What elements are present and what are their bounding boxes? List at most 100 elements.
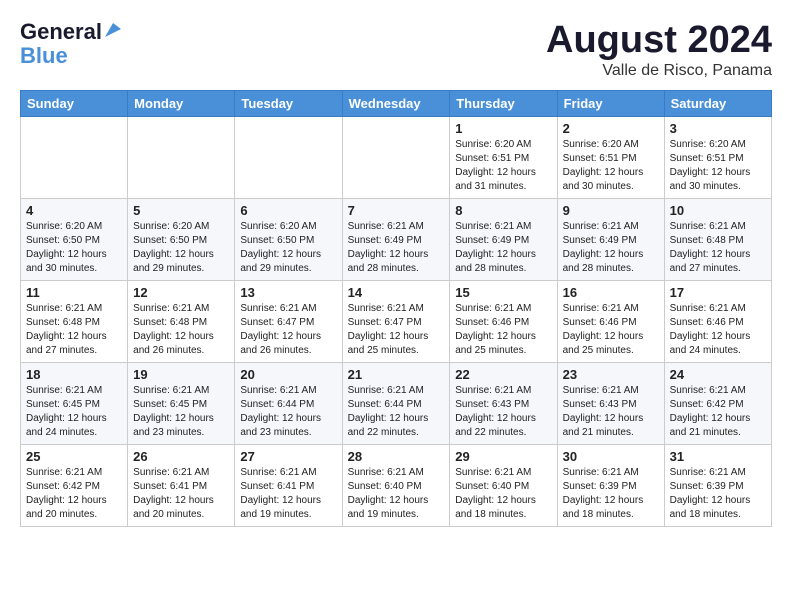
day-number: 20 <box>240 367 336 382</box>
day-number: 15 <box>455 285 551 300</box>
calendar-cell: 24 Sunrise: 6:21 AM Sunset: 6:42 PM Dayli… <box>664 362 771 444</box>
day-info: Sunrise: 6:20 AM Sunset: 6:51 PM Dayligh… <box>455 138 551 194</box>
calendar-week-2: 4 Sunrise: 6:20 AM Sunset: 6:50 PM Daylig… <box>21 198 772 280</box>
calendar-cell: 6 Sunrise: 6:20 AM Sunset: 6:50 PM Daylig… <box>235 198 342 280</box>
calendar-cell <box>235 116 342 198</box>
calendar-header-row: SundayMondayTuesdayWednesdayThursdayFrid… <box>21 90 772 116</box>
calendar-week-1: 1 Sunrise: 6:20 AM Sunset: 6:51 PM Daylig… <box>21 116 772 198</box>
day-info: Sunrise: 6:21 AM Sunset: 6:44 PM Dayligh… <box>348 384 445 440</box>
page-header: General Blue August 2024 Valle de Risco,… <box>20 20 772 80</box>
day-info: Sunrise: 6:21 AM Sunset: 6:49 PM Dayligh… <box>348 220 445 276</box>
calendar-cell: 14 Sunrise: 6:21 AM Sunset: 6:47 PM Dayli… <box>342 280 450 362</box>
calendar-cell: 26 Sunrise: 6:21 AM Sunset: 6:41 PM Dayli… <box>128 444 235 526</box>
calendar-cell: 3Sunrise: 6:20 AM Sunset: 6:51 PM Daylig… <box>664 116 771 198</box>
day-number: 13 <box>240 285 336 300</box>
weekday-header-monday: Monday <box>128 90 235 116</box>
day-number: 11 <box>26 285 122 300</box>
calendar-cell: 28Sunrise: 6:21 AM Sunset: 6:40 PM Dayli… <box>342 444 450 526</box>
weekday-header-wednesday: Wednesday <box>342 90 450 116</box>
day-number: 17 <box>670 285 766 300</box>
day-info: Sunrise: 6:21 AM Sunset: 6:43 PM Dayligh… <box>455 384 551 440</box>
day-info: Sunrise: 6:21 AM Sunset: 6:49 PM Dayligh… <box>563 220 659 276</box>
day-number: 22 <box>455 367 551 382</box>
day-info: Sunrise: 6:21 AM Sunset: 6:47 PM Dayligh… <box>240 302 336 358</box>
day-number: 25 <box>26 449 122 464</box>
day-info: Sunrise: 6:21 AM Sunset: 6:43 PM Dayligh… <box>563 384 659 440</box>
location-subtitle: Valle de Risco, Panama <box>546 62 772 80</box>
weekday-header-friday: Friday <box>557 90 664 116</box>
day-info: Sunrise: 6:21 AM Sunset: 6:45 PM Dayligh… <box>133 384 229 440</box>
day-number: 29 <box>455 449 551 464</box>
day-info: Sunrise: 6:21 AM Sunset: 6:41 PM Dayligh… <box>133 466 229 522</box>
calendar-cell: 18 Sunrise: 6:21 AM Sunset: 6:45 PM Dayli… <box>21 362 128 444</box>
calendar-cell: 1 Sunrise: 6:20 AM Sunset: 6:51 PM Daylig… <box>450 116 557 198</box>
day-info: Sunrise: 6:21 AM Sunset: 6:39 PM Dayligh… <box>670 466 766 522</box>
calendar-cell: 13 Sunrise: 6:21 AM Sunset: 6:47 PM Dayli… <box>235 280 342 362</box>
calendar-week-4: 18 Sunrise: 6:21 AM Sunset: 6:45 PM Dayli… <box>21 362 772 444</box>
day-number: 1 <box>455 121 551 136</box>
calendar-week-3: 11 Sunrise: 6:21 AM Sunset: 6:48 PM Dayli… <box>21 280 772 362</box>
day-number: 26 <box>133 449 229 464</box>
logo: General Blue <box>20 20 121 68</box>
day-info: Sunrise: 6:20 AM Sunset: 6:51 PM Dayligh… <box>563 138 659 194</box>
day-info: Sunrise: 6:21 AM Sunset: 6:48 PM Dayligh… <box>670 220 766 276</box>
day-number: 4 <box>26 203 122 218</box>
calendar-cell: 11 Sunrise: 6:21 AM Sunset: 6:48 PM Dayli… <box>21 280 128 362</box>
calendar-cell: 5Sunrise: 6:20 AM Sunset: 6:50 PM Daylig… <box>128 198 235 280</box>
calendar-cell: 25 Sunrise: 6:21 AM Sunset: 6:42 PM Dayli… <box>21 444 128 526</box>
day-info: Sunrise: 6:21 AM Sunset: 6:48 PM Dayligh… <box>133 302 229 358</box>
day-number: 24 <box>670 367 766 382</box>
day-number: 5 <box>133 203 229 218</box>
calendar-cell: 27Sunrise: 6:21 AM Sunset: 6:41 PM Dayli… <box>235 444 342 526</box>
title-section: August 2024 Valle de Risco, Panama <box>546 20 772 80</box>
day-number: 19 <box>133 367 229 382</box>
day-number: 16 <box>563 285 659 300</box>
calendar-cell: 9 Sunrise: 6:21 AM Sunset: 6:49 PM Daylig… <box>557 198 664 280</box>
calendar-cell: 2 Sunrise: 6:20 AM Sunset: 6:51 PM Daylig… <box>557 116 664 198</box>
calendar-cell: 19 Sunrise: 6:21 AM Sunset: 6:45 PM Dayli… <box>128 362 235 444</box>
calendar-cell: 4Sunrise: 6:20 AM Sunset: 6:50 PM Daylig… <box>21 198 128 280</box>
day-number: 23 <box>563 367 659 382</box>
calendar-cell: 29Sunrise: 6:21 AM Sunset: 6:40 PM Dayli… <box>450 444 557 526</box>
day-number: 14 <box>348 285 445 300</box>
weekday-header-tuesday: Tuesday <box>235 90 342 116</box>
day-info: Sunrise: 6:21 AM Sunset: 6:46 PM Dayligh… <box>563 302 659 358</box>
day-number: 12 <box>133 285 229 300</box>
day-info: Sunrise: 6:21 AM Sunset: 6:42 PM Dayligh… <box>670 384 766 440</box>
day-info: Sunrise: 6:21 AM Sunset: 6:46 PM Dayligh… <box>455 302 551 358</box>
day-number: 31 <box>670 449 766 464</box>
weekday-header-thursday: Thursday <box>450 90 557 116</box>
logo-text-general: General <box>20 20 102 44</box>
calendar-cell <box>128 116 235 198</box>
calendar-cell: 7 Sunrise: 6:21 AM Sunset: 6:49 PM Daylig… <box>342 198 450 280</box>
calendar-cell: 16 Sunrise: 6:21 AM Sunset: 6:46 PM Dayli… <box>557 280 664 362</box>
calendar-cell: 30Sunrise: 6:21 AM Sunset: 6:39 PM Dayli… <box>557 444 664 526</box>
day-info: Sunrise: 6:20 AM Sunset: 6:50 PM Dayligh… <box>240 220 336 276</box>
calendar-cell: 12 Sunrise: 6:21 AM Sunset: 6:48 PM Dayli… <box>128 280 235 362</box>
calendar-cell: 23 Sunrise: 6:21 AM Sunset: 6:43 PM Dayli… <box>557 362 664 444</box>
logo-bird-icon <box>103 21 121 39</box>
calendar-table: SundayMondayTuesdayWednesdayThursdayFrid… <box>20 90 772 527</box>
calendar-cell: 31 Sunrise: 6:21 AM Sunset: 6:39 PM Dayli… <box>664 444 771 526</box>
weekday-header-sunday: Sunday <box>21 90 128 116</box>
day-info: Sunrise: 6:21 AM Sunset: 6:40 PM Dayligh… <box>348 466 445 522</box>
day-info: Sunrise: 6:21 AM Sunset: 6:42 PM Dayligh… <box>26 466 122 522</box>
day-number: 8 <box>455 203 551 218</box>
logo-text-blue: Blue <box>20 43 68 68</box>
day-number: 6 <box>240 203 336 218</box>
day-info: Sunrise: 6:21 AM Sunset: 6:47 PM Dayligh… <box>348 302 445 358</box>
day-info: Sunrise: 6:21 AM Sunset: 6:39 PM Dayligh… <box>563 466 659 522</box>
calendar-cell: 8 Sunrise: 6:21 AM Sunset: 6:49 PM Daylig… <box>450 198 557 280</box>
day-number: 9 <box>563 203 659 218</box>
calendar-cell: 22 Sunrise: 6:21 AM Sunset: 6:43 PM Dayli… <box>450 362 557 444</box>
day-info: Sunrise: 6:21 AM Sunset: 6:49 PM Dayligh… <box>455 220 551 276</box>
day-info: Sunrise: 6:21 AM Sunset: 6:41 PM Dayligh… <box>240 466 336 522</box>
weekday-header-saturday: Saturday <box>664 90 771 116</box>
day-number: 2 <box>563 121 659 136</box>
calendar-cell: 15 Sunrise: 6:21 AM Sunset: 6:46 PM Dayli… <box>450 280 557 362</box>
day-info: Sunrise: 6:21 AM Sunset: 6:45 PM Dayligh… <box>26 384 122 440</box>
calendar-cell: 10Sunrise: 6:21 AM Sunset: 6:48 PM Dayli… <box>664 198 771 280</box>
day-info: Sunrise: 6:21 AM Sunset: 6:48 PM Dayligh… <box>26 302 122 358</box>
day-number: 7 <box>348 203 445 218</box>
day-number: 18 <box>26 367 122 382</box>
